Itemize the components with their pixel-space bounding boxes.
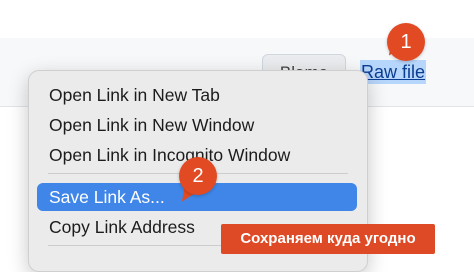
instruction-caption: Сохраняем куда угодно <box>221 224 435 254</box>
menu-item-label: Open Link in New Tab <box>49 85 220 105</box>
menu-item-label: Copy Link Address <box>49 217 195 237</box>
menu-item-label: Open Link in New Window <box>49 115 255 135</box>
menu-item-label: Open Link in Incognito Window <box>49 145 291 165</box>
browser-page: Blame Raw file Open Link in New Tab Open… <box>0 0 474 272</box>
menu-item-open-new-tab[interactable]: Open Link in New Tab <box>37 81 357 109</box>
menu-item-open-new-window[interactable]: Open Link in New Window <box>37 111 357 139</box>
raw-file-link[interactable]: Raw file <box>360 60 427 84</box>
step-2-badge: 2 <box>179 157 217 195</box>
menu-item-label: Save Link As... <box>49 187 165 207</box>
step-1-badge: 1 <box>387 23 425 61</box>
